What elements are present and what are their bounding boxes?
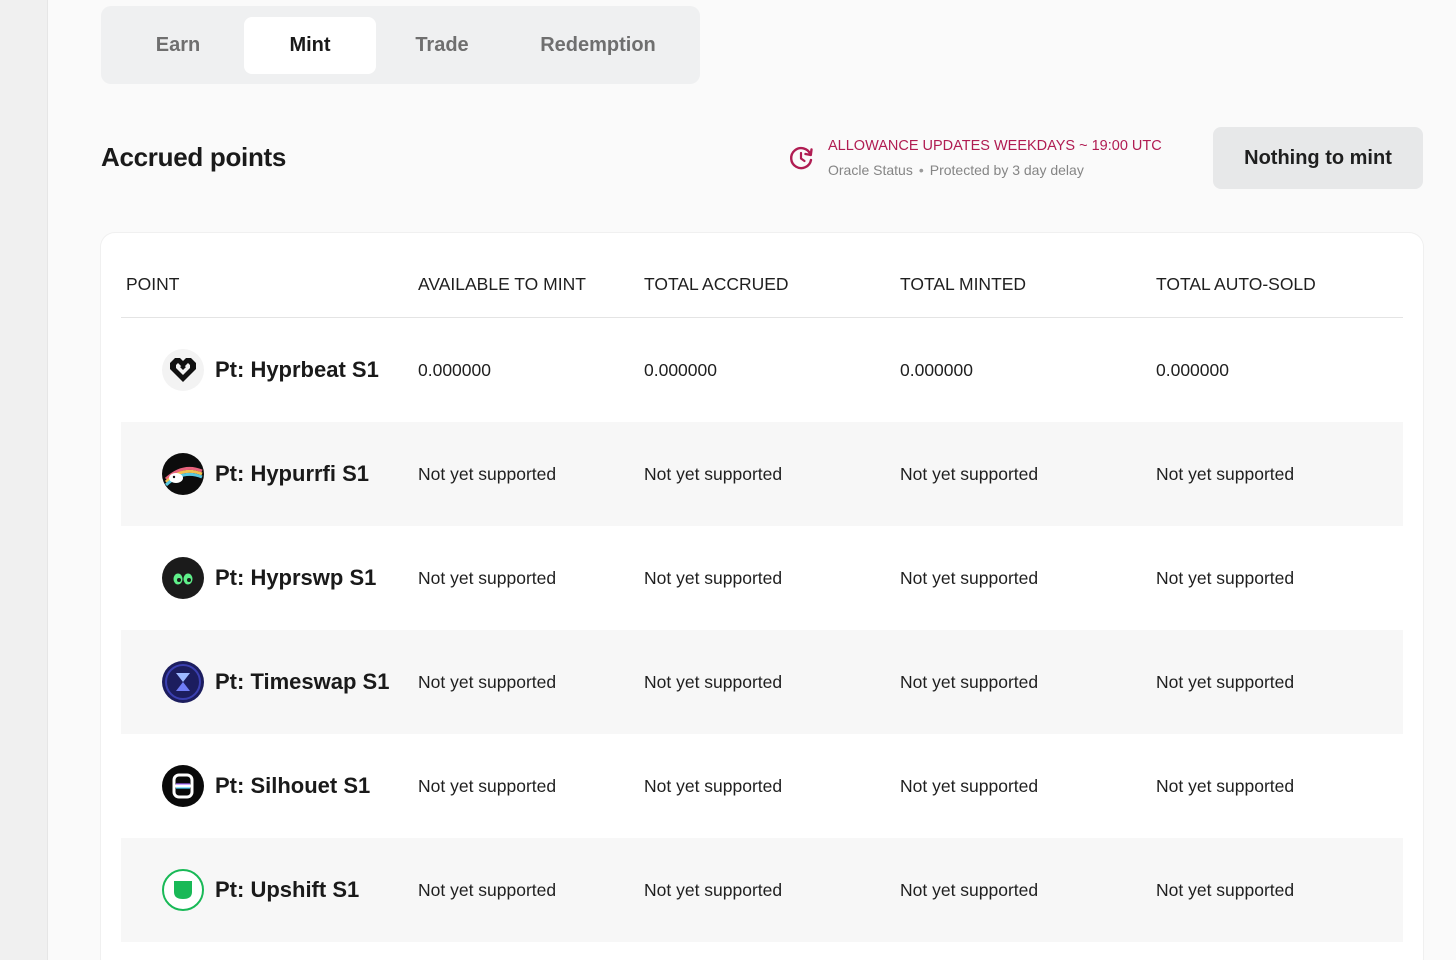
refresh-clock-icon — [790, 146, 813, 170]
point-name: Pt: Hypurrfi S1 — [215, 461, 370, 486]
available-to-mint-value: Not yet supported — [418, 775, 557, 796]
available-to-mint-value: Not yet supported — [418, 879, 557, 900]
table-row: Pt: Hypurrfi S1 Not yet supported Not ye… — [121, 422, 1403, 526]
total-minted-value: Not yet supported — [900, 671, 1039, 692]
table-header: POINT AVAILABLE TO MINT TOTAL ACCRUED TO… — [121, 233, 1403, 318]
available-to-mint-value: Not yet supported — [418, 671, 557, 692]
total-auto-sold-value: Not yet supported — [1156, 567, 1295, 588]
total-auto-sold-value: Not yet supported — [1156, 879, 1295, 900]
column-header-total-minted: TOTAL MINTED — [900, 274, 1027, 294]
point-name: Pt: Hyprswp S1 — [215, 565, 377, 590]
available-to-mint-value: 0.000000 — [418, 359, 491, 380]
hyprswp-logo-icon — [162, 557, 204, 599]
total-accrued-value: 0.000000 — [644, 359, 717, 380]
tab-trade[interactable]: Trade — [376, 17, 508, 74]
upshift-logo-icon — [162, 869, 204, 911]
point-name: Pt: Silhouet S1 — [215, 773, 371, 798]
point-cell: Pt: Silhouet S1 — [162, 734, 370, 838]
tab-earn[interactable]: Earn — [112, 17, 244, 74]
total-auto-sold-value: Not yet supported — [1156, 463, 1295, 484]
page-title: Accrued points — [101, 142, 287, 172]
total-accrued-value: Not yet supported — [644, 671, 783, 692]
tab-bar: Earn Mint Trade Redemption — [101, 6, 700, 84]
point-name: Pt: Upshift S1 — [215, 877, 360, 902]
table-row: Pt: Upshift S1 Not yet supported Not yet… — [121, 838, 1403, 942]
separator-dot: • — [918, 162, 924, 178]
column-header-point: POINT — [126, 274, 180, 294]
available-to-mint-value: Not yet supported — [418, 463, 557, 484]
point-cell: Pt: Hypurrfi S1 — [162, 422, 369, 526]
total-auto-sold-value: Not yet supported — [1156, 775, 1295, 796]
left-sidebar-edge — [0, 0, 48, 960]
tab-redemption[interactable]: Redemption — [508, 17, 688, 74]
point-name: Pt: Hyprbeat S1 — [215, 357, 379, 382]
total-accrued-value: Not yet supported — [644, 463, 783, 484]
total-minted-value: 0.000000 — [900, 359, 973, 380]
point-name: Pt: Timeswap S1 — [215, 669, 390, 694]
total-minted-value: Not yet supported — [900, 879, 1039, 900]
silhouet-logo-icon — [162, 765, 204, 807]
allowance-update-notice: ALLOWANCE UPDATES WEEKDAYS ~ 19:00 UTC — [828, 138, 1162, 154]
total-accrued-value: Not yet supported — [644, 879, 783, 900]
table-row: Pt: Silhouet S1 Not yet supported Not ye… — [121, 734, 1403, 838]
available-to-mint-value: Not yet supported — [418, 567, 557, 588]
hypurrfi-logo-icon — [162, 453, 204, 495]
column-header-available-to-mint: AVAILABLE TO MINT — [418, 274, 586, 294]
point-cell: Pt: Hyprbeat S1 — [162, 318, 379, 422]
column-header-total-accrued: TOTAL ACCRUED — [644, 274, 789, 294]
total-auto-sold-value: 0.000000 — [1156, 359, 1229, 380]
accrued-points-table: POINT AVAILABLE TO MINT TOTAL ACCRUED TO… — [101, 233, 1423, 960]
point-cell: Pt: Timeswap S1 — [162, 630, 389, 734]
total-auto-sold-value: Not yet supported — [1156, 671, 1295, 692]
oracle-status-line: Oracle Status • Protected by 3 day delay — [828, 162, 1084, 178]
point-cell: Pt: Upshift S1 — [162, 838, 359, 942]
oracle-status: ALLOWANCE UPDATES WEEKDAYS ~ 19:00 UTC O… — [786, 136, 1186, 184]
protection-delay-text: Protected by 3 day delay — [929, 162, 1084, 178]
total-accrued-value: Not yet supported — [644, 775, 783, 796]
table-row: Pt: Hyprbeat S1 0.000000 0.000000 0.0000… — [121, 318, 1403, 422]
column-header-total-auto-sold: TOTAL AUTO-SOLD — [1156, 274, 1316, 294]
total-minted-value: Not yet supported — [900, 567, 1039, 588]
oracle-status-label: Oracle Status — [828, 162, 913, 178]
point-cell: Pt: Hyprswp S1 — [162, 526, 376, 630]
table-row: Pt: Timeswap S1 Not yet supported Not ye… — [121, 630, 1403, 734]
nothing-to-mint-button[interactable]: Nothing to mint — [1213, 127, 1423, 189]
hyprbeat-logo-icon — [162, 349, 204, 391]
tab-mint[interactable]: Mint — [244, 16, 376, 74]
total-accrued-value: Not yet supported — [644, 567, 783, 588]
total-minted-value: Not yet supported — [900, 775, 1039, 796]
total-minted-value: Not yet supported — [900, 463, 1039, 484]
timeswap-logo-icon — [162, 661, 204, 703]
table-row: Pt: Hyprswp S1 Not yet supported Not yet… — [121, 526, 1403, 630]
